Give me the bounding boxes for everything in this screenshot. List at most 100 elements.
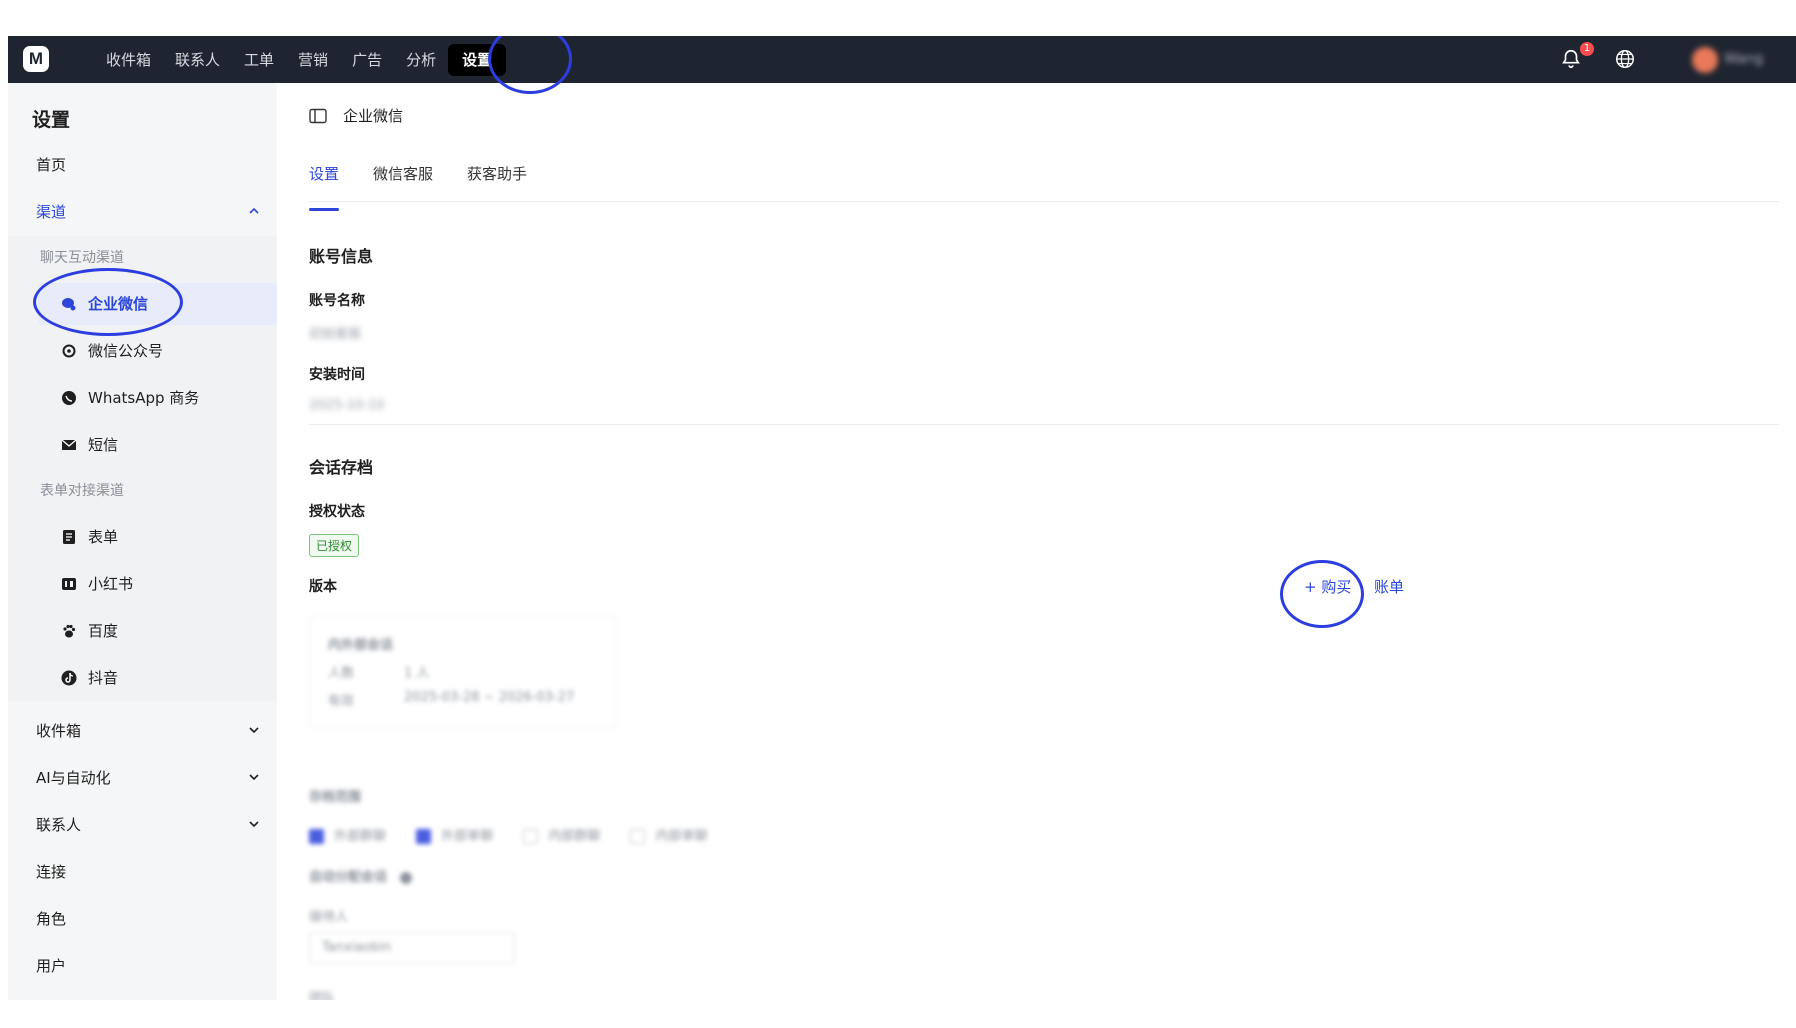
chevron-down-icon[interactable] xyxy=(247,723,261,737)
checkbox-label: 内部单聊 xyxy=(655,829,708,844)
sidebar-item-wechat-official[interactable]: 微信公众号 xyxy=(60,340,163,361)
buy-button[interactable]: + 购买 xyxy=(1304,576,1351,597)
period-label: 有效 xyxy=(328,694,355,709)
tab-settings[interactable]: 设置 xyxy=(309,163,340,211)
archive-title: 会话存档 xyxy=(309,458,374,477)
version-card: 内外部会话 人数 1 人 有效 2025-03-28 ~ 2026-03-27 xyxy=(309,615,617,729)
nav-settings[interactable]: 设置 xyxy=(448,43,507,76)
handler-label: 接待人 xyxy=(309,910,349,925)
status-badge: 已授权 xyxy=(309,534,360,557)
section-divider xyxy=(309,424,1779,425)
sidebar-item-home[interactable]: 首页 xyxy=(36,154,66,175)
auto-assign-text: 自动分配会话 xyxy=(309,870,388,885)
auth-status-label: 授权状态 xyxy=(309,504,365,520)
sidebar-item-contacts[interactable]: 联系人 xyxy=(36,814,81,835)
whatsapp-icon xyxy=(60,389,78,407)
sidebar-item-ai-automation[interactable]: AI与自动化 xyxy=(36,767,111,788)
checkbox-label: 内部群聊 xyxy=(548,829,601,844)
sidebar-item-label: 百度 xyxy=(88,622,119,640)
scope-label: 存档范围 xyxy=(309,790,362,805)
sidebar-item-douyin[interactable]: 抖音 xyxy=(60,667,118,688)
account-name-label: 账号名称 xyxy=(309,293,365,309)
sidebar-item-baidu[interactable]: 百度 xyxy=(60,620,118,641)
tab-lead-assistant[interactable]: 获客助手 xyxy=(467,163,527,184)
main-menu: 收件箱 联系人 工单 营销 广告 分析 设置 xyxy=(94,36,507,83)
sidebar-item-wecom[interactable]: 企业微信 xyxy=(60,293,148,314)
install-time-label: 安装时间 xyxy=(309,367,365,383)
xiaohongshu-icon xyxy=(60,575,78,593)
checkbox-label: 外部群聊 xyxy=(334,829,387,844)
install-time-value: 2025-10-10 xyxy=(309,398,385,413)
sidebar-item-label: WhatsApp 商务 xyxy=(88,389,200,407)
nav-ads[interactable]: 广告 xyxy=(340,44,394,76)
version-label: 版本 xyxy=(309,579,337,595)
account-info-title: 账号信息 xyxy=(309,247,374,266)
notification-badge: 1 xyxy=(1580,42,1594,56)
version-name: 内外部会话 xyxy=(328,638,394,653)
bell-icon[interactable] xyxy=(1560,48,1582,70)
nav-marketing[interactable]: 营销 xyxy=(286,44,340,76)
chat-channels-label: 聊天互动渠道 xyxy=(40,250,124,266)
info-icon xyxy=(399,871,412,884)
tab-wechat-service[interactable]: 微信客服 xyxy=(373,163,433,184)
tab-bar: 设置 微信客服 获客助手 xyxy=(309,153,1779,211)
seats-label: 人数 xyxy=(328,666,355,681)
form-channels-label: 表单对接渠道 xyxy=(40,483,124,499)
sidebar-item-form[interactable]: 表单 xyxy=(60,526,118,547)
app-window: M 收件箱 联系人 工单 营销 广告 分析 设置 1 Wang 设置 首页 渠道 xyxy=(8,36,1796,1000)
app-logo[interactable]: M xyxy=(23,46,49,72)
sidebar-item-users[interactable]: 用户 xyxy=(36,955,66,976)
sidebar-item-channels[interactable]: 渠道 xyxy=(36,201,66,222)
checkbox[interactable] xyxy=(416,829,432,844)
sidebar-item-xiaohongshu[interactable]: 小红书 xyxy=(60,573,133,594)
sidebar: 设置 首页 渠道 聊天互动渠道 企业微信 微信公众号 WhatsApp 商务 短… xyxy=(8,83,277,1000)
handler-value: Tanxiaobin xyxy=(322,940,392,955)
sidebar-item-label: 表单 xyxy=(88,528,119,546)
sidebar-toggle-icon[interactable] xyxy=(309,108,327,124)
sidebar-item-label: 企业微信 xyxy=(88,295,149,313)
wecom-icon xyxy=(60,295,78,313)
auto-assign-label: 自动分配会话 xyxy=(309,866,412,885)
sidebar-item-label: 短信 xyxy=(88,436,119,454)
avatar[interactable] xyxy=(1692,47,1718,73)
account-name-value: 初始客服 xyxy=(309,327,362,342)
team-label: 团队 xyxy=(309,991,336,1000)
checkbox[interactable] xyxy=(523,829,539,844)
tab-label: 设置 xyxy=(309,165,340,183)
sidebar-item-label: 抖音 xyxy=(88,669,119,687)
top-nav: M 收件箱 联系人 工单 营销 广告 分析 设置 1 Wang xyxy=(8,36,1796,83)
checkbox[interactable] xyxy=(630,829,646,844)
tab-active-indicator xyxy=(309,208,339,211)
globe-icon[interactable] xyxy=(1614,48,1636,70)
nav-contacts[interactable]: 联系人 xyxy=(163,44,232,76)
checkbox-label: 外部单聊 xyxy=(441,829,494,844)
sidebar-item-label: 微信公众号 xyxy=(88,342,164,360)
chevron-down-icon[interactable] xyxy=(247,770,261,784)
period-value: 2025-03-28 ~ 2026-03-27 xyxy=(404,690,575,705)
handler-select[interactable]: Tanxiaobin xyxy=(309,932,515,964)
sidebar-item-label: 小红书 xyxy=(88,575,134,593)
scope-options: 外部群聊 外部单聊 内部群聊 内部单聊 xyxy=(309,825,707,844)
douyin-icon xyxy=(60,669,78,687)
sidebar-item-connect[interactable]: 连接 xyxy=(36,861,66,882)
nav-analytics[interactable]: 分析 xyxy=(394,44,448,76)
sidebar-title: 设置 xyxy=(32,109,71,131)
seats-value: 1 人 xyxy=(404,666,430,681)
sidebar-item-inbox[interactable]: 收件箱 xyxy=(36,720,81,741)
sidebar-item-whatsapp[interactable]: WhatsApp 商务 xyxy=(60,387,199,408)
nav-tickets[interactable]: 工单 xyxy=(232,44,286,76)
sidebar-item-roles[interactable]: 角色 xyxy=(36,908,66,929)
user-name[interactable]: Wang xyxy=(1724,51,1763,67)
form-icon xyxy=(60,528,78,546)
wechat-official-icon xyxy=(60,342,78,360)
nav-inbox[interactable]: 收件箱 xyxy=(94,44,163,76)
mail-icon xyxy=(60,436,78,454)
breadcrumb: 企业微信 xyxy=(309,105,403,126)
chevron-up-icon[interactable] xyxy=(247,204,261,218)
baidu-paw-icon xyxy=(60,622,78,640)
bill-link[interactable]: 账单 xyxy=(1374,576,1404,597)
checkbox[interactable] xyxy=(309,829,324,844)
main-content: 企业微信 设置 微信客服 获客助手 账号信息 账号名称 初始客服 安装时间 20… xyxy=(277,83,1796,1000)
sidebar-item-sms[interactable]: 短信 xyxy=(60,434,118,455)
chevron-down-icon[interactable] xyxy=(247,817,261,831)
